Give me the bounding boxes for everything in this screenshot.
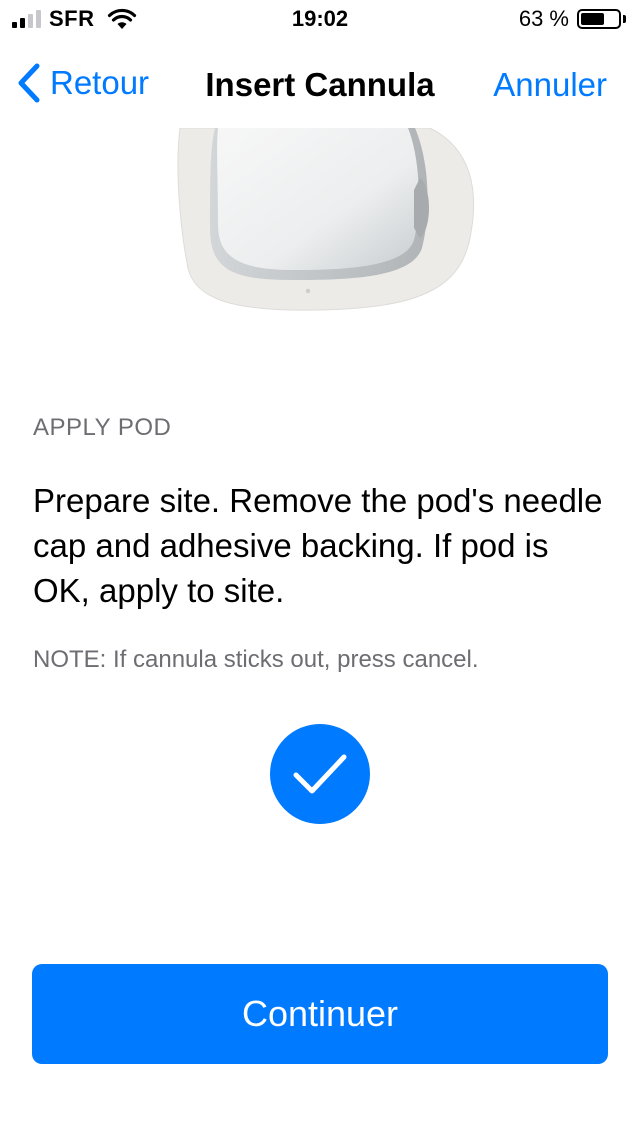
checkmark-icon bbox=[293, 754, 347, 794]
checkmark-status bbox=[270, 724, 370, 824]
status-bar: SFR 19:02 63 % bbox=[0, 0, 640, 40]
continue-button[interactable]: Continuer bbox=[32, 964, 608, 1064]
status-right: 63 % bbox=[519, 6, 626, 32]
battery-fill bbox=[581, 13, 604, 25]
battery-percentage: 63 % bbox=[518, 6, 569, 31]
battery-cap bbox=[623, 15, 626, 23]
continue-button-label: Continuer bbox=[241, 993, 399, 1034]
pod-illustration bbox=[177, 128, 475, 311]
battery-icon bbox=[577, 9, 621, 29]
navigation-bar: Retour Insert Cannula Annuler bbox=[0, 40, 640, 128]
cancel-button[interactable]: Annuler bbox=[493, 66, 607, 104]
section-header: APPLY POD bbox=[33, 414, 172, 441]
instructions-text: Prepare site. Remove the pod's needle ca… bbox=[33, 482, 603, 609]
note-text: NOTE: If cannula sticks out, press cance… bbox=[33, 646, 479, 673]
